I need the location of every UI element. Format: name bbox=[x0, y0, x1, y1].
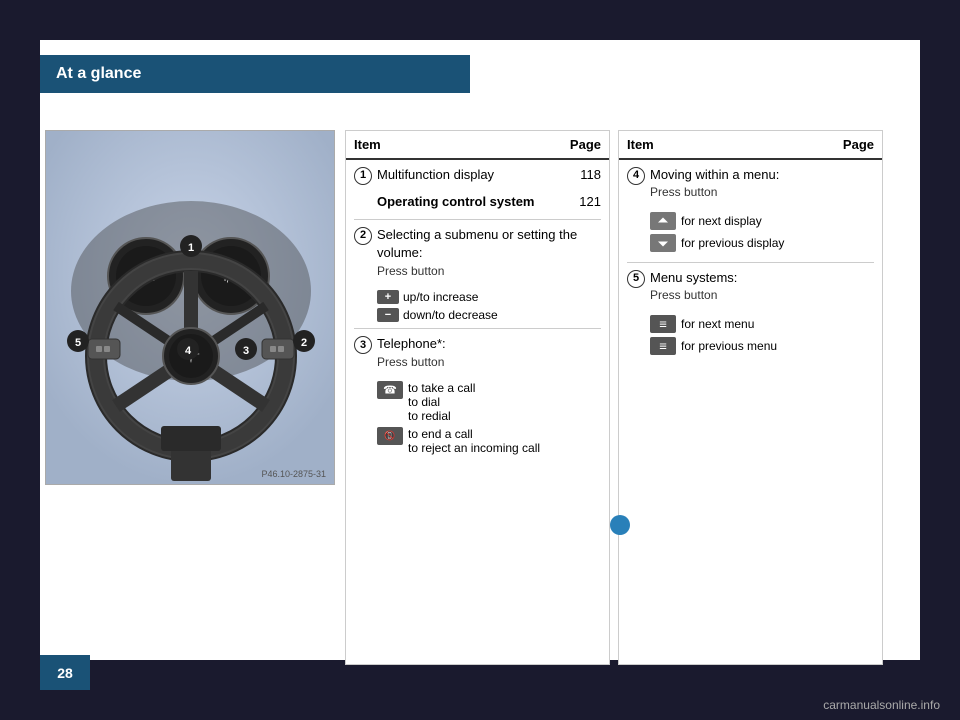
table-row: 2 Selecting a submenu or setting the vol… bbox=[354, 226, 601, 282]
photo-label: P46.10-2875-31 bbox=[261, 469, 326, 479]
svg-text:4: 4 bbox=[185, 345, 192, 357]
press-button-5: Press button bbox=[650, 287, 874, 304]
svg-text:2: 2 bbox=[301, 337, 307, 349]
next-display-label: for next display bbox=[681, 214, 762, 228]
press-button-2: Press button bbox=[377, 263, 601, 280]
watermark: carmanualsonline.info bbox=[823, 698, 940, 712]
row-label-ocs: Operating control system bbox=[377, 193, 571, 211]
icon-row-next-display: for next display bbox=[650, 212, 874, 230]
col-page-right: Page bbox=[843, 137, 874, 152]
row-page-1: 118 bbox=[571, 166, 601, 184]
row-label-4: Moving within a menu: bbox=[650, 166, 874, 184]
phone-accept-icon bbox=[377, 381, 403, 399]
row-content-5: Menu systems: Press button bbox=[650, 269, 874, 307]
icon-row-prev-display: for previous display bbox=[650, 234, 874, 252]
table-row: 4 Moving within a menu: Press button bbox=[627, 166, 874, 204]
page-title: At a glance bbox=[56, 65, 141, 83]
icon-row-next-menu: for next menu bbox=[650, 315, 874, 333]
col-item-right: Item bbox=[627, 137, 654, 152]
icon-row-end: to end a callto reject an incoming call bbox=[377, 427, 601, 455]
minus-icon: − bbox=[377, 308, 399, 322]
svg-text:5: 5 bbox=[75, 337, 81, 349]
plus-icon: + bbox=[377, 290, 399, 304]
car-image: km/h rpm ✦ bbox=[45, 130, 335, 485]
row-label-multifunction: Multifunction display bbox=[377, 166, 571, 184]
row-label-2: Selecting a submenu or setting the volum… bbox=[377, 226, 601, 262]
svg-text:3: 3 bbox=[243, 345, 249, 357]
icon-row-accept: to take a callto dialto redial bbox=[377, 381, 601, 423]
row-content-4: Moving within a menu: Press button bbox=[650, 166, 874, 204]
row-number-4: 4 bbox=[627, 167, 645, 185]
table-right-body: 4 Moving within a menu: Press button for… bbox=[619, 160, 882, 365]
menu-next-icon bbox=[650, 315, 676, 333]
page-number: 28 bbox=[57, 665, 73, 681]
row-content-2: Selecting a submenu or setting the volum… bbox=[377, 226, 601, 282]
table-left-body: 1 Multifunction display 118 Operating co… bbox=[346, 160, 609, 465]
arrow-up-icon bbox=[650, 212, 676, 230]
next-menu-label: for next menu bbox=[681, 317, 754, 331]
row-label-5: Menu systems: bbox=[650, 269, 874, 287]
svg-text:1: 1 bbox=[188, 242, 194, 254]
col-page-left: Page bbox=[570, 137, 601, 152]
table-row: Operating control system 121 bbox=[377, 193, 601, 211]
end-label: to end a callto reject an incoming call bbox=[408, 427, 540, 455]
menu-prev-icon bbox=[650, 337, 676, 355]
steering-wheel-image: km/h rpm ✦ bbox=[46, 131, 334, 484]
prev-display-label: for previous display bbox=[681, 236, 784, 250]
plus-label: up/to increase bbox=[403, 290, 478, 304]
icon-row-plus: + up/to increase bbox=[377, 290, 601, 304]
minus-label: down/to decrease bbox=[403, 308, 498, 322]
blue-dot bbox=[610, 515, 630, 535]
row-number-5: 5 bbox=[627, 270, 645, 288]
table-row: 1 Multifunction display 118 bbox=[354, 166, 601, 185]
table-right-header: Item Page bbox=[619, 131, 882, 160]
col-item-left: Item bbox=[354, 137, 381, 152]
page-number-box: 28 bbox=[40, 655, 90, 690]
header-bar: At a glance bbox=[40, 55, 470, 93]
row-number-1: 1 bbox=[354, 167, 372, 185]
row-content-3: Telephone*: Press button bbox=[377, 335, 601, 373]
table-row: 5 Menu systems: Press button bbox=[627, 269, 874, 307]
icon-row-minus: − down/to decrease bbox=[377, 308, 601, 322]
steering-wheel-svg: km/h rpm ✦ bbox=[46, 131, 335, 485]
phone-end-icon bbox=[377, 427, 403, 445]
table-left-header: Item Page bbox=[346, 131, 609, 160]
row-page-ocs: 121 bbox=[571, 193, 601, 211]
table-right: Item Page 4 Moving within a menu: Press … bbox=[618, 130, 883, 665]
press-button-3: Press button bbox=[377, 354, 601, 371]
arrow-down-icon bbox=[650, 234, 676, 252]
icon-row-prev-menu: for previous menu bbox=[650, 337, 874, 355]
row-number-3: 3 bbox=[354, 336, 372, 354]
prev-menu-label: for previous menu bbox=[681, 339, 777, 353]
table-left: Item Page 1 Multifunction display 118 Op… bbox=[345, 130, 610, 665]
table-row: 3 Telephone*: Press button bbox=[354, 335, 601, 373]
row-number-2: 2 bbox=[354, 227, 372, 245]
accept-label: to take a callto dialto redial bbox=[408, 381, 475, 423]
row-label-3: Telephone*: bbox=[377, 335, 601, 353]
press-button-4: Press button bbox=[650, 184, 874, 201]
